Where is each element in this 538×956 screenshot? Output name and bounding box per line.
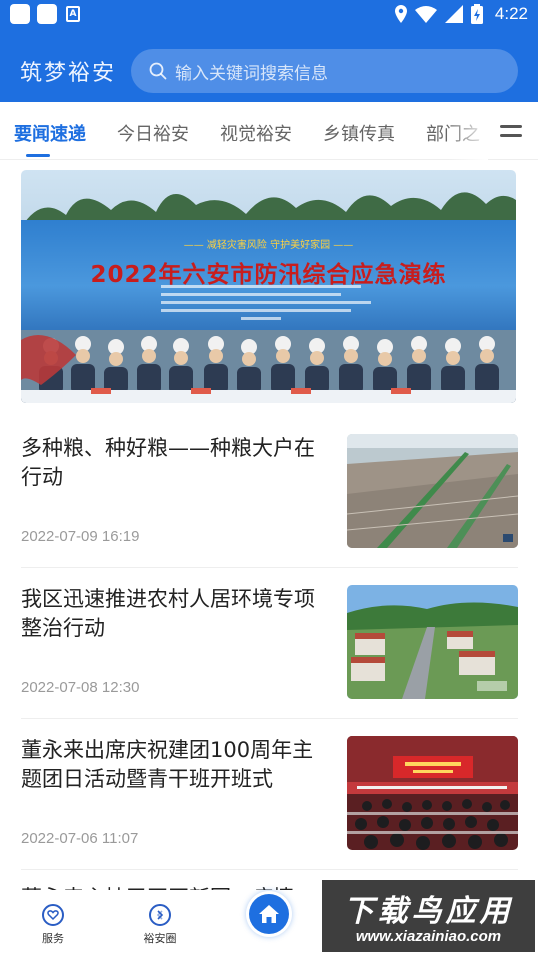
news-thumbnail xyxy=(347,585,518,699)
tab-visual-yuan[interactable]: 视觉裕安 xyxy=(220,120,292,146)
watermark-text: 下载鸟应用 xyxy=(343,894,514,929)
banner-subtitle: —— 减轻灾害风险 守护美好家园 —— xyxy=(183,240,354,251)
news-item[interactable]: 我区迅速推进农村人居环境专项整治行动 2022-07-08 12:30 xyxy=(21,585,518,736)
news-thumbnail xyxy=(347,736,518,850)
clock: 4:22 xyxy=(494,4,528,23)
banner-title: 2022年六安市防汛综合应急演练 xyxy=(90,262,447,288)
battery-icon xyxy=(470,4,483,24)
status-bar: A 4:22 xyxy=(0,0,538,30)
news-item[interactable]: 多种粮、种好粮——种粮大户在行动 2022-07-09 16:19 xyxy=(21,434,518,585)
news-divider xyxy=(21,869,518,870)
news-divider xyxy=(21,718,518,719)
category-tabs: 要闻速递 今日裕安 视觉裕安 乡镇传真 部门之 xyxy=(0,102,538,160)
watermark-url: www.xiazainiao.com xyxy=(355,928,502,945)
watermark: 下载鸟应用 www.xiazainiao.com xyxy=(322,880,535,952)
wifi-icon xyxy=(414,6,437,23)
nav-service[interactable]: 服务 xyxy=(23,904,83,946)
circle-icon xyxy=(149,904,171,926)
app-notification-icon: A xyxy=(66,6,80,22)
service-icon xyxy=(42,904,64,926)
tab-township[interactable]: 乡镇传真 xyxy=(323,120,395,146)
home-icon xyxy=(259,905,279,923)
notification-icon xyxy=(10,4,30,24)
search-placeholder: 输入关键词搜索信息 xyxy=(175,63,328,84)
nav-yuan-circle[interactable]: 裕安圈 xyxy=(130,904,190,946)
news-title: 我区迅速推进农村人居环境专项整治行动 xyxy=(21,587,315,640)
notification-icon xyxy=(37,4,57,24)
news-date: 2022-07-09 16:19 xyxy=(21,528,140,545)
nav-service-label: 服务 xyxy=(42,932,64,945)
headline-banner[interactable]: —— 减轻灾害风险 守护美好家园 —— 2022年六安市防汛综合应急演练 xyxy=(21,170,516,403)
search-input[interactable]: 输入关键词搜索信息 xyxy=(131,49,518,93)
tab-today-yuan[interactable]: 今日裕安 xyxy=(117,120,189,146)
news-item[interactable]: 董永来出席庆祝建团100周年主题团日活动暨青干班开班式 2022-07-06 1… xyxy=(21,736,518,887)
cell-signal-icon xyxy=(444,5,463,23)
news-thumbnail xyxy=(347,434,518,548)
nav-yuan-circle-label: 裕安圈 xyxy=(143,932,177,945)
news-title: 董永来出席庆祝建团100周年主题团日活动暨青干班开班式 xyxy=(21,738,314,791)
banner-text-lines xyxy=(161,285,371,320)
tab-headlines[interactable]: 要闻速递 xyxy=(14,120,86,146)
news-date: 2022-07-06 11:07 xyxy=(21,830,139,847)
tab-fade xyxy=(448,102,488,160)
news-title: 多种粮、种好粮——种粮大户在行动 xyxy=(21,436,315,489)
app-header: A 4:22 筑梦裕安 输入关键词搜索信息 xyxy=(0,0,538,102)
news-date: 2022-07-08 12:30 xyxy=(21,679,140,696)
banner-crowd xyxy=(21,330,516,403)
tab-menu-icon[interactable] xyxy=(493,116,529,146)
active-tab-indicator xyxy=(26,154,50,157)
search-icon xyxy=(149,62,167,80)
app-name: 筑梦裕安 xyxy=(20,61,117,86)
location-icon xyxy=(394,5,407,23)
news-divider xyxy=(21,567,518,568)
home-button[interactable] xyxy=(249,894,289,934)
